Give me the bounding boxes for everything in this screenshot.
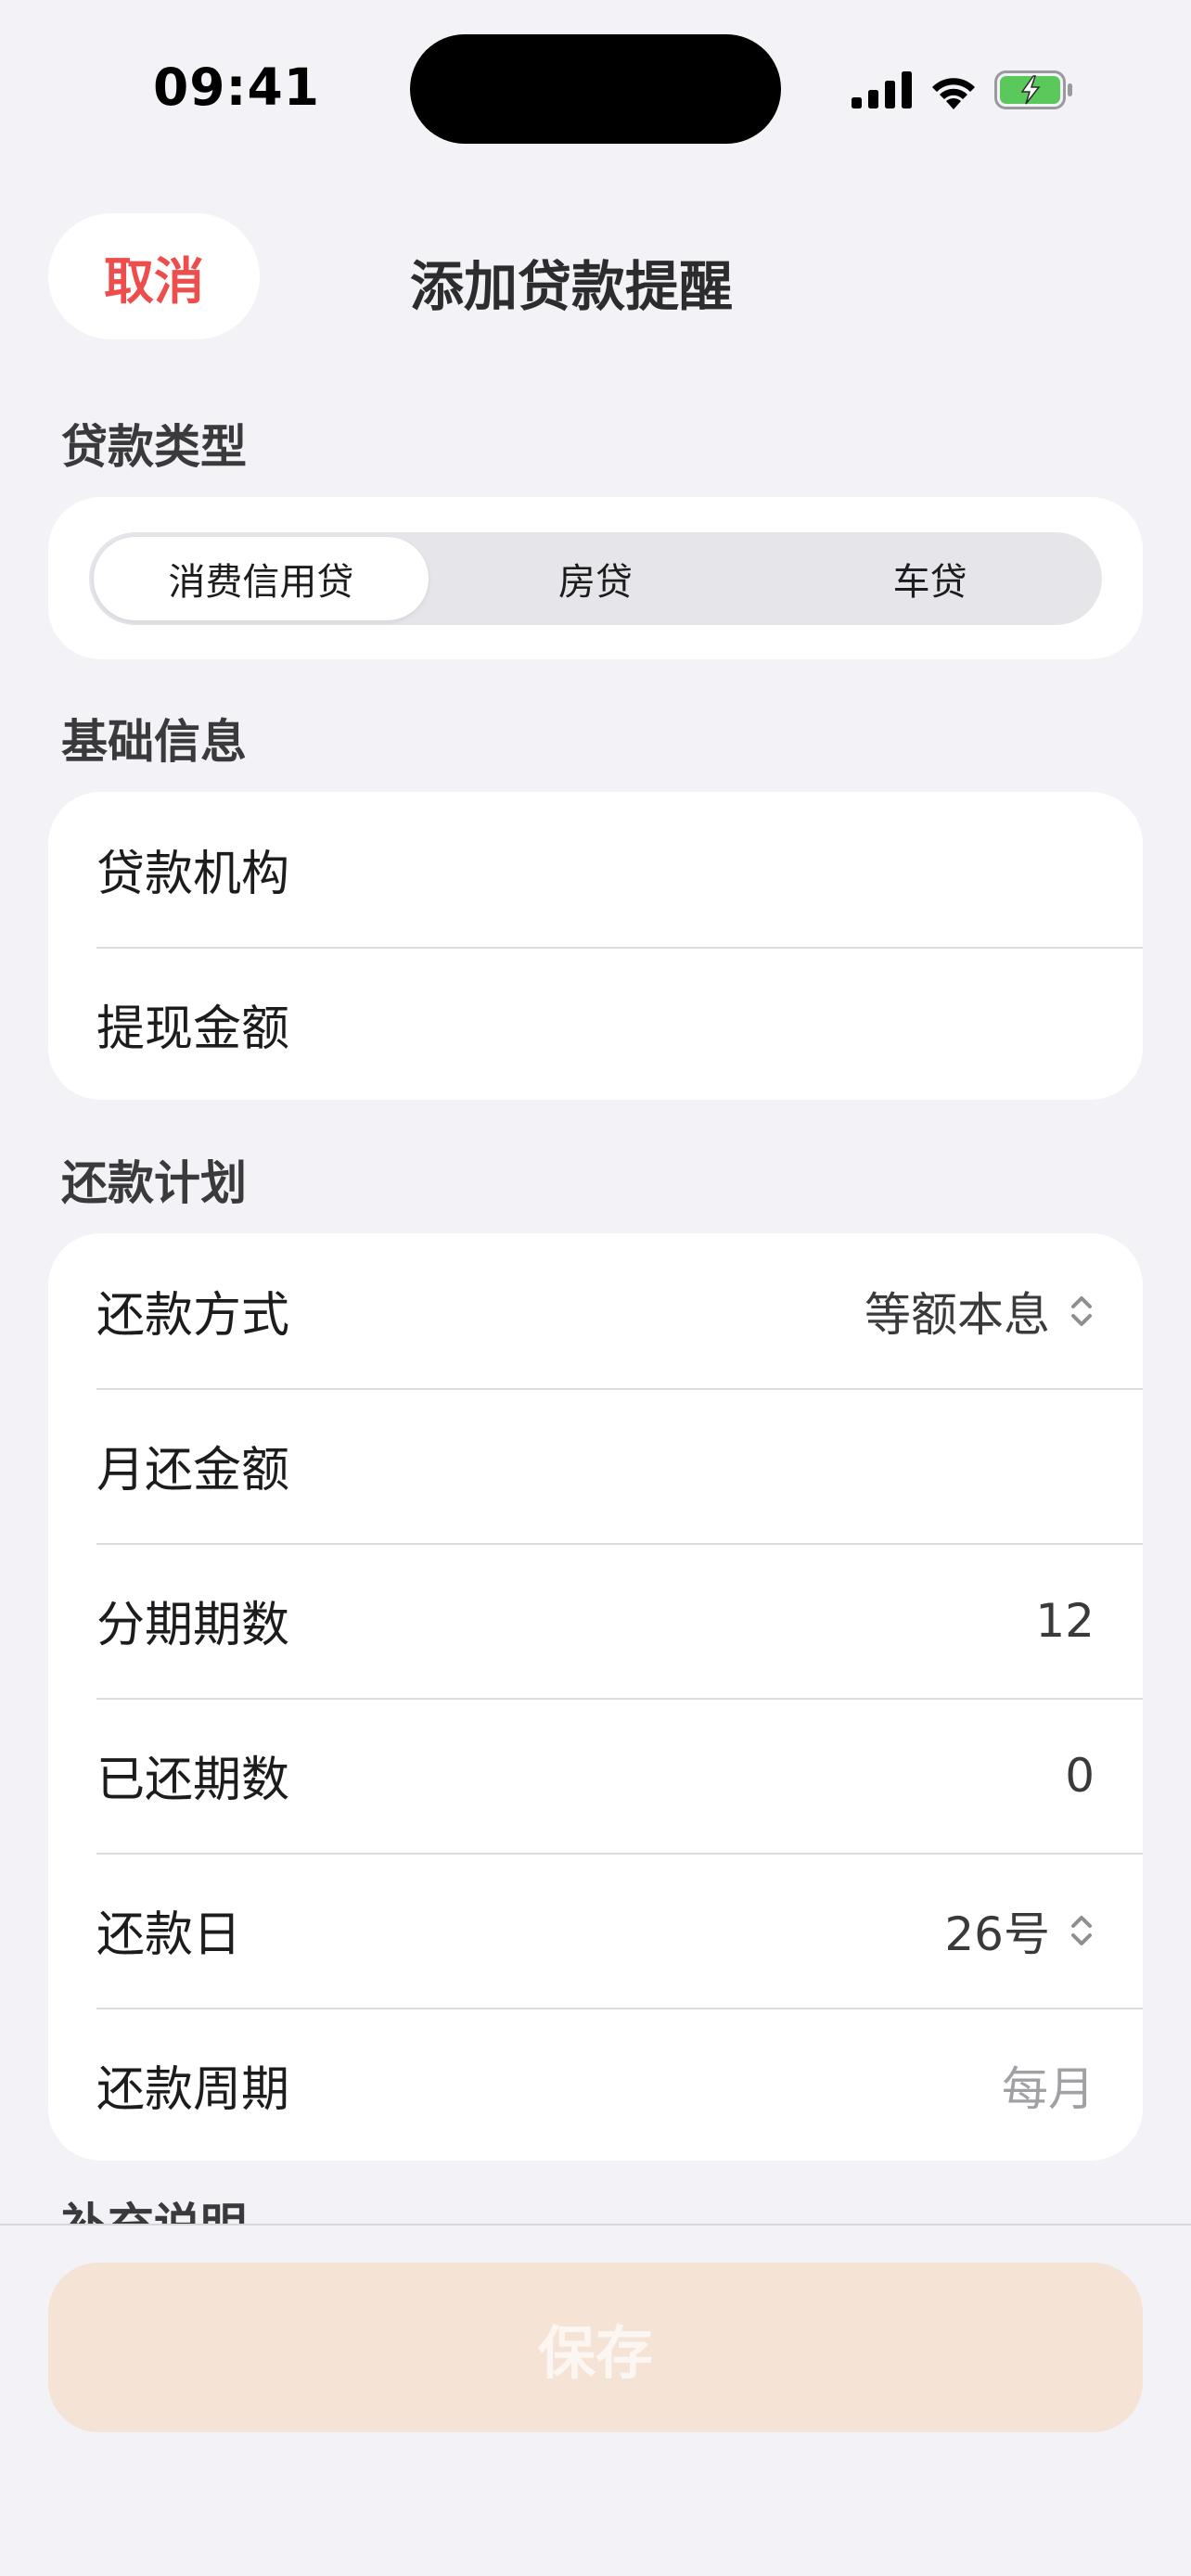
installments-field[interactable]: 12: [1035, 1594, 1095, 1648]
row-label: 月还金额: [96, 1443, 290, 1498]
due-day-value: 26号: [944, 1906, 1050, 1961]
row-repayment-method[interactable]: 还款方式 等额本息: [48, 1233, 1143, 1388]
paid-installments-field[interactable]: 0: [1065, 1749, 1095, 1803]
row-label: 贷款机构: [96, 847, 290, 902]
status-time: 09:41: [153, 57, 321, 117]
row-installments[interactable]: 分期期数 12: [48, 1543, 1143, 1698]
basic-info-card: 贷款机构 提现金额: [48, 792, 1143, 1100]
wifi-icon: [932, 78, 975, 109]
add-loan-reminder-screen: 09:41 取消 添加贷款提醒 贷款类型 消费信用贷 房贷 车贷 基础信息 贷款…: [0, 0, 1191, 2576]
chevron-updown-icon: [1071, 1915, 1092, 1945]
row-label: 还款周期: [96, 2062, 290, 2118]
loan-type-segmented-control: 消费信用贷 房贷 车贷: [89, 532, 1102, 625]
section-label-loan-type: 贷款类型: [61, 420, 247, 474]
row-due-day[interactable]: 还款日 26号: [48, 1853, 1143, 2008]
save-button[interactable]: 保存: [48, 2263, 1143, 2432]
repayment-method-value: 等额本息: [864, 1287, 1050, 1342]
dynamic-island: [410, 34, 781, 144]
section-label-basic-info: 基础信息: [61, 715, 247, 769]
row-label: 还款方式: [96, 1288, 290, 1344]
segment-car-loan[interactable]: 车贷: [762, 537, 1097, 620]
loan-type-card: 消费信用贷 房贷 车贷: [48, 497, 1143, 659]
row-paid-installments[interactable]: 已还期数 0: [48, 1698, 1143, 1853]
status-bar: 09:41: [0, 0, 1191, 176]
row-monthly-amount[interactable]: 月还金额: [48, 1388, 1143, 1543]
repayment-cycle-value: 每月: [1002, 2061, 1095, 2116]
row-label: 已还期数: [96, 1753, 290, 1808]
row-loan-institution[interactable]: 贷款机构: [48, 792, 1143, 947]
status-icons: [852, 67, 1074, 113]
due-day-picker[interactable]: 26号: [944, 1897, 1095, 1964]
row-repayment-cycle[interactable]: 还款周期 每月: [48, 2008, 1143, 2161]
row-label: 分期期数: [96, 1598, 290, 1653]
section-label-repayment-plan: 还款计划: [61, 1156, 247, 1210]
repayment-method-picker[interactable]: 等额本息: [864, 1278, 1095, 1345]
segment-consumer-credit[interactable]: 消费信用贷: [94, 537, 429, 620]
row-label: 提现金额: [96, 1001, 290, 1057]
section-label-notes: 补充说明: [61, 2188, 247, 2224]
segment-mortgage[interactable]: 房贷: [429, 537, 763, 620]
row-withdraw-amount[interactable]: 提现金额: [48, 947, 1143, 1100]
battery-charging-icon: [994, 70, 1072, 109]
page-title: 添加贷款提醒: [409, 255, 733, 318]
chevron-updown-icon: [1071, 1295, 1092, 1326]
repayment-plan-card: 还款方式 等额本息 月还金额 分期期数 12 已还期数 0 还款日 26号 还款…: [48, 1233, 1143, 2161]
row-label: 还款日: [96, 1907, 242, 1963]
signal-icon: [852, 71, 912, 108]
